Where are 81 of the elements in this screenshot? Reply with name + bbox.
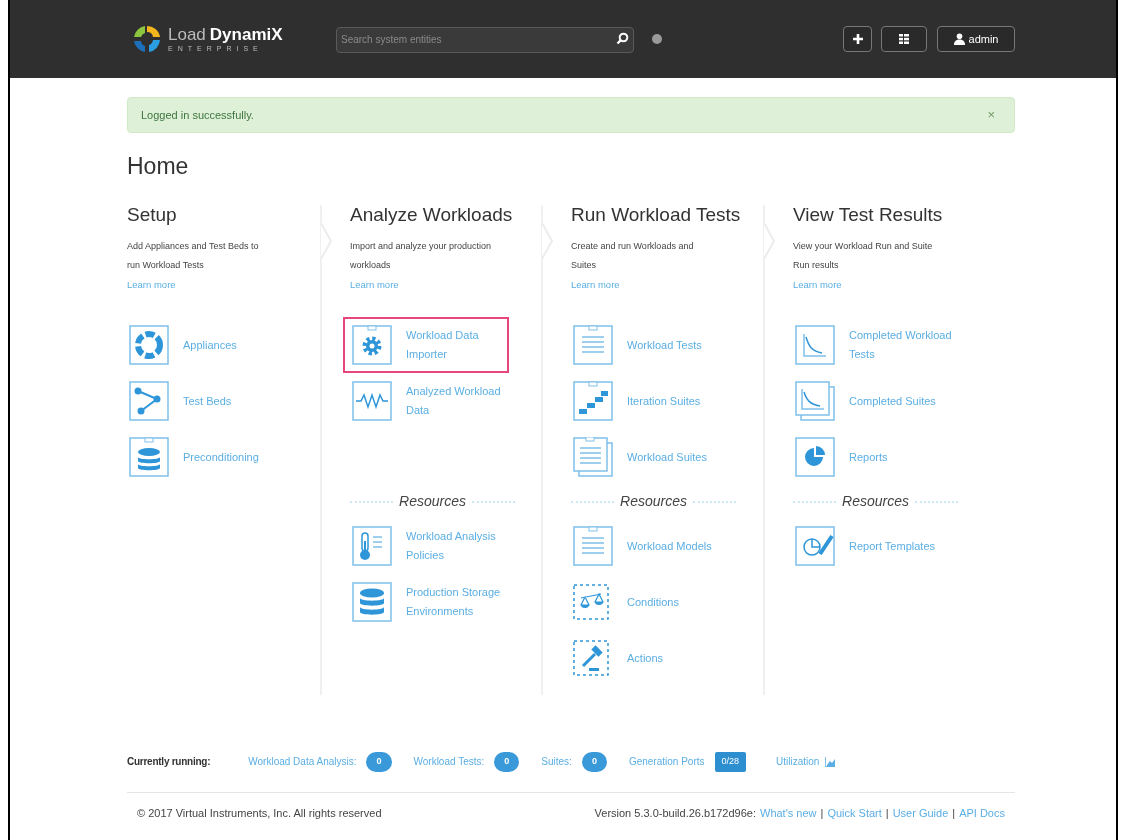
- resources-heading: Resources: [620, 492, 687, 511]
- chart-documents-icon[interactable]: [795, 381, 835, 421]
- footer-link[interactable]: API Docs: [959, 804, 1005, 821]
- steps-icon[interactable]: [573, 381, 613, 421]
- copyright-text: © 2017 Virtual Instruments, Inc. All rights reserved: [137, 805, 382, 821]
- footer-link[interactable]: What's new: [760, 804, 817, 821]
- column-title: Setup: [127, 205, 178, 224]
- column-description: View your Workload Run and Suite Run results: [793, 240, 934, 272]
- add-button[interactable]: [843, 26, 872, 52]
- item-link[interactable]: Preconditioning: [183, 447, 298, 467]
- item-link[interactable]: Workload Suites: [627, 447, 742, 467]
- utilization-link[interactable]: Utilization: [776, 754, 820, 770]
- pie-chart-icon[interactable]: [795, 437, 835, 477]
- logo-text: Load: [168, 26, 206, 43]
- report-edit-icon[interactable]: [795, 526, 835, 566]
- learn-more-link[interactable]: Learn more: [127, 275, 176, 294]
- column-description: Create and run Workloads and Suites: [571, 240, 695, 272]
- item-link[interactable]: Analyzed Workload Data: [406, 382, 521, 420]
- column-title: View Test Results: [793, 205, 944, 224]
- plus-icon: [851, 33, 864, 45]
- user-button[interactable]: admin: [937, 26, 1015, 52]
- alert-message: Logged in successfully.: [141, 107, 254, 123]
- database-icon[interactable]: [129, 437, 169, 477]
- chart-document-icon[interactable]: [795, 325, 835, 365]
- footer-link[interactable]: User Guide: [892, 804, 949, 821]
- user-icon: [953, 33, 965, 45]
- count-badge: 0: [366, 752, 392, 772]
- item-link[interactable]: Reports: [849, 447, 964, 467]
- count-badge: 0: [494, 752, 520, 772]
- separator: |: [952, 805, 956, 821]
- chart-icon[interactable]: [825, 756, 836, 767]
- item-link[interactable]: Actions: [627, 648, 742, 668]
- item-link[interactable]: Production Storage Environments: [406, 583, 521, 621]
- count-badge: 0: [581, 752, 607, 772]
- column-title: Run Workload Tests: [571, 205, 742, 224]
- status-link[interactable]: Workload Data Analysis:: [248, 754, 357, 770]
- separator: |: [820, 805, 824, 821]
- search-icon[interactable]: [616, 32, 629, 45]
- item-link[interactable]: Report Templates: [849, 536, 964, 556]
- status-link[interactable]: Suites:: [541, 754, 572, 770]
- resources-heading: Resources: [842, 492, 909, 511]
- grid-icon: [898, 33, 910, 45]
- footer-link[interactable]: Quick Start: [827, 804, 882, 821]
- resources-heading: Resources: [399, 492, 466, 511]
- column-description: Add Appliances and Test Beds to run Workload Tests: [127, 240, 260, 272]
- thermometer-icon[interactable]: [352, 526, 392, 566]
- column-title: Analyze Workloads: [350, 205, 514, 224]
- gear-icon[interactable]: [352, 325, 392, 365]
- column-description: Import and analyze your production workloads: [350, 240, 493, 272]
- status-icon[interactable]: [651, 33, 663, 45]
- logo-text: DynamiX: [209, 26, 283, 43]
- aperture-icon[interactable]: [129, 325, 169, 365]
- item-link[interactable]: Workload Tests: [627, 335, 742, 355]
- waveform-icon[interactable]: [352, 381, 392, 421]
- network-icon[interactable]: [129, 381, 169, 421]
- learn-more-link[interactable]: Learn more: [793, 275, 842, 294]
- item-link[interactable]: Completed Workload Tests: [849, 326, 964, 364]
- learn-more-link[interactable]: Learn more: [350, 275, 399, 294]
- clipboard-icon[interactable]: [573, 325, 613, 365]
- page-title: Home: [127, 155, 190, 178]
- item-link[interactable]: Completed Suites: [849, 391, 964, 411]
- status-link[interactable]: Generation Ports: [628, 754, 705, 770]
- learn-more-link[interactable]: Learn more: [571, 275, 620, 294]
- item-link[interactable]: Workload Analysis Policies: [406, 527, 521, 565]
- item-link[interactable]: Workload Data Importer: [406, 326, 507, 364]
- documents-icon[interactable]: [573, 437, 613, 477]
- grid-button[interactable]: [881, 26, 927, 52]
- close-button[interactable]: ×: [987, 105, 995, 125]
- item-link[interactable]: Appliances: [183, 335, 298, 355]
- database-icon[interactable]: [352, 582, 392, 622]
- version-text: Version 5.3.0-build.26.b172d96e:: [594, 805, 756, 821]
- item-link[interactable]: Conditions: [627, 592, 742, 612]
- item-link[interactable]: Iteration Suites: [627, 391, 742, 411]
- status-link[interactable]: Workload Tests:: [413, 754, 485, 770]
- item-link[interactable]: Test Beds: [183, 391, 298, 411]
- search-field[interactable]: Search system entities: [336, 26, 634, 53]
- count-badge: 0/28: [714, 752, 747, 772]
- item-link[interactable]: Workload Models: [627, 536, 742, 556]
- status-label: Currently running:: [127, 755, 211, 770]
- clipboard-icon[interactable]: [573, 526, 613, 566]
- separator: |: [885, 805, 889, 821]
